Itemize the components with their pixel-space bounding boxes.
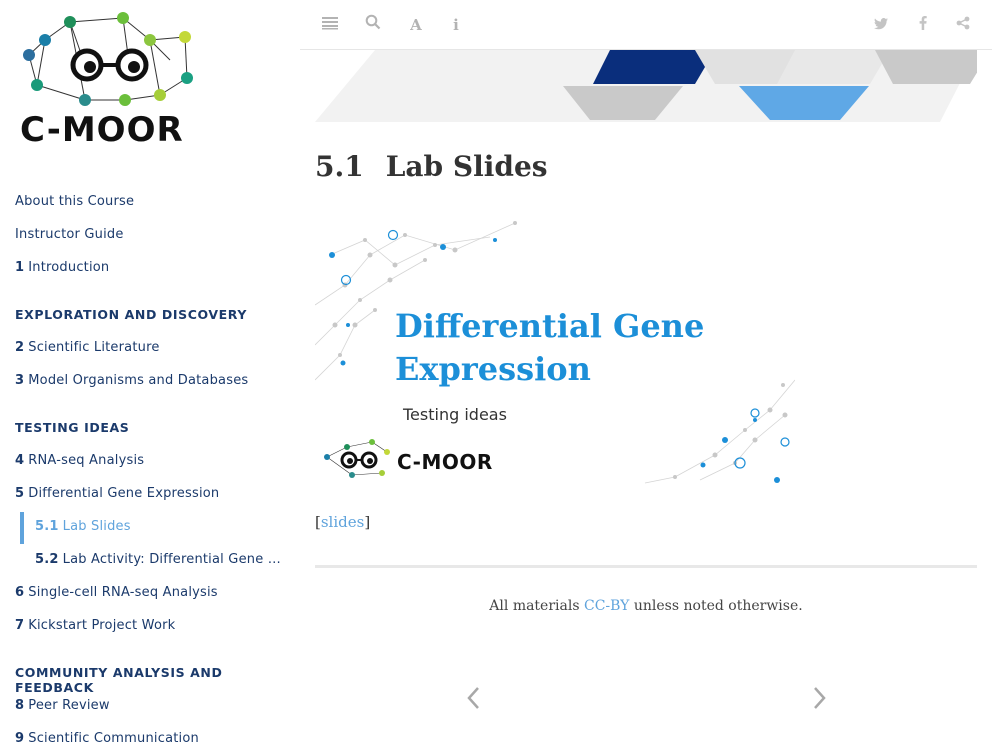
previous-page-button[interactable] [462,680,486,716]
toc-item-scientific-communication[interactable]: 9 Scientific Communication [15,731,287,744]
toc-item-label: Instructor Guide [15,227,124,242]
slide-title: Differential Gene Expression [395,307,705,388]
facebook-icon[interactable] [912,14,934,36]
toc-item-number: 9 [15,731,25,744]
share-icon[interactable] [952,14,974,36]
toc-section-community: COMMUNITY ANALYSIS AND FEEDBACK [15,665,223,695]
toc-item-lab-activity[interactable]: 5.2Lab Activity: Differential Gene Expre… [35,552,283,567]
toc-section-testing-ideas: TESTING IDEAS [15,420,130,435]
toc-item-differential-expression[interactable]: 5 Differential Gene Expression [15,486,287,501]
footer-divider [315,565,977,568]
toc-section-exploration: EXPLORATION AND DISCOVERY [15,307,247,322]
toc-item-label: Scientific Literature [28,340,160,355]
toc-item-number: 8 [15,698,25,713]
toc-item-label: Peer Review [28,698,110,713]
toc-item-label: Single-cell RNA-seq Analysis [28,585,218,600]
next-page-button[interactable] [807,680,831,716]
toc-item-kickstart[interactable]: 7 Kickstart Project Work [15,618,287,633]
toc-item-label: Kickstart Project Work [28,618,176,633]
chevron-left-icon [467,687,479,709]
toc-item-label: Lab Slides [62,519,131,534]
logo-text: C-MOOR [20,110,184,150]
toc-item-label: About this Course [15,194,135,209]
footer-prefix: All materials [489,598,584,614]
title-text: Lab Slides [385,150,548,183]
menu-icon[interactable] [319,14,341,36]
license-footer: All materials CC-BY unless noted otherwi… [315,598,977,614]
toc-item-peer-review[interactable]: 8 Peer Review [15,698,287,713]
header-banner-image [315,50,977,122]
active-indicator [20,512,24,544]
search-icon[interactable] [362,14,384,36]
toc-item-number: 7 [15,618,25,633]
toc-item-number: 5.2 [35,552,59,567]
toc-item-label: Differential Gene Expression [28,486,220,501]
license-link[interactable]: CC-BY [584,598,629,614]
toc-item-label: Scientific Communication [28,731,199,744]
toc-item-label: Lab Activity: Differential Gene Expressi… [62,552,283,567]
toc-item-scientific-literature[interactable]: 2 Scientific Literature [15,340,287,355]
network-logo-icon [23,12,193,106]
slide-subtitle: Testing ideas [403,405,507,424]
page-title: 5.1 Lab Slides [315,150,548,183]
toc-item-number: 2 [15,340,25,355]
slides-link[interactable]: slides [321,513,364,531]
info-icon[interactable]: i [445,14,467,36]
sidebar: C-MOOR About this Course Instructor Guid… [0,0,300,744]
footer-suffix: unless noted otherwise. [629,598,803,614]
toc-item-number: 5 [15,486,25,501]
slide-brand: C-MOOR [397,450,493,474]
toc-item-rna-seq[interactable]: 4 RNA-seq Analysis [15,453,287,468]
slide-preview-image: Differential Gene Expression Testing ide… [315,215,795,490]
toc-item-label: Introduction [28,260,110,275]
toc-item-number: 3 [15,373,25,388]
toc-item-introduction[interactable]: 1 Introduction [15,260,287,275]
toc-item-number: 6 [15,585,25,600]
font-icon[interactable]: A [405,14,427,36]
chevron-right-icon [814,687,826,709]
top-toolbar: A i [300,0,992,50]
course-logo[interactable]: C-MOOR [15,10,210,150]
toc-item-lab-slides[interactable]: 5.1 Lab Slides [35,519,283,534]
toc-item-about[interactable]: About this Course [15,194,287,209]
toc-item-number: 5.1 [35,519,59,534]
toc-item-instructor-guide[interactable]: Instructor Guide [15,227,287,242]
toc-item-single-cell[interactable]: 6 Single-cell RNA-seq Analysis [15,585,287,600]
toc-item-label: Model Organisms and Databases [28,373,249,388]
toc-item-model-organisms[interactable]: 3 Model Organisms and Databases [15,373,287,388]
twitter-icon[interactable] [870,14,892,36]
section-number: 5.1 [315,150,364,183]
toc-item-label: RNA-seq Analysis [28,453,145,468]
toc-item-number: 4 [15,453,25,468]
toc-item-number: 1 [15,260,25,275]
slides-link-line: [slides] [315,513,371,531]
